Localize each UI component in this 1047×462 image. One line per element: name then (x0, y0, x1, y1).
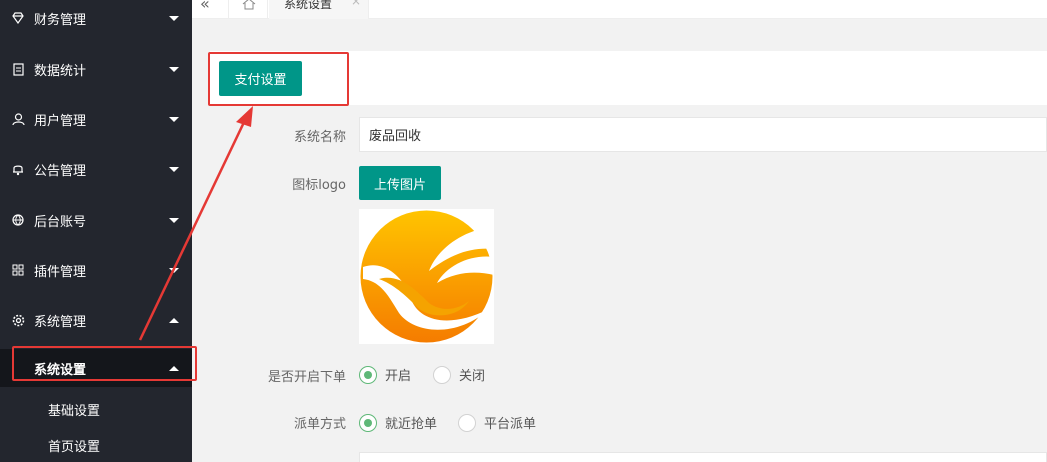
annotation-arrow (138, 106, 253, 341)
